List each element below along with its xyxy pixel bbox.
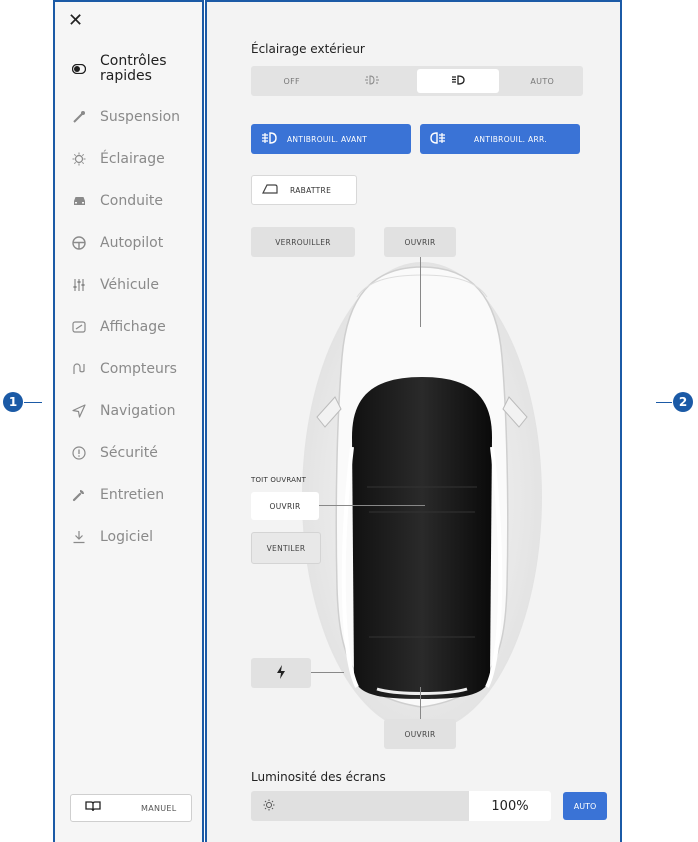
brightness-title: Luminosité des écrans bbox=[251, 770, 386, 784]
fog-front-label: ANTIBROUIL. AVANT bbox=[287, 134, 368, 144]
lock-button[interactable]: VERROUILLER bbox=[251, 227, 355, 257]
sidebar-item-conduite[interactable]: Conduite bbox=[55, 180, 202, 222]
quick-controls-panel: Éclairage extérieur OFF AUTO ANTIBROUIL.… bbox=[205, 0, 622, 842]
sidebar-item-label: Éclairage bbox=[100, 151, 165, 167]
suspension-icon bbox=[70, 108, 88, 126]
gauge-icon bbox=[70, 360, 88, 378]
sidebar-item-label: Sécurité bbox=[100, 445, 158, 461]
sidebar-item-suspension[interactable]: Suspension bbox=[55, 96, 202, 138]
lighting-parking-option[interactable] bbox=[333, 66, 415, 96]
mirror-icon bbox=[262, 184, 278, 196]
display-icon bbox=[70, 318, 88, 336]
sidebar-item-entretien[interactable]: Entretien bbox=[55, 474, 202, 516]
exterior-lighting-title: Éclairage extérieur bbox=[251, 42, 365, 56]
sidebar-item-compteurs[interactable]: Compteurs bbox=[55, 348, 202, 390]
sidebar-item-label: Entretien bbox=[100, 487, 165, 503]
fold-mirrors-button[interactable]: RABATTRE bbox=[251, 175, 357, 205]
sidebar-item-label: Logiciel bbox=[100, 529, 153, 545]
sidebar-item-vehicule[interactable]: Véhicule bbox=[55, 264, 202, 306]
sunroof-leader-line bbox=[317, 505, 425, 506]
sidebar-item-label: Conduite bbox=[100, 193, 163, 209]
brightness-auto-button[interactable]: AUTO bbox=[563, 792, 607, 820]
lighting-low-beam-option[interactable] bbox=[417, 69, 499, 93]
manual-label: MANUEL bbox=[141, 803, 177, 813]
low-beam-icon bbox=[451, 74, 465, 88]
fog-rear-button[interactable]: ANTIBROUIL. ARR. bbox=[420, 124, 580, 154]
sidebar-item-label: Suspension bbox=[100, 109, 181, 125]
fog-front-button[interactable]: ANTIBROUIL. AVANT bbox=[251, 124, 411, 154]
navigation-icon bbox=[70, 402, 88, 420]
settings-sidebar: ✕ Contrôles rapides Suspension Éclairage… bbox=[53, 0, 204, 842]
light-bulb-icon bbox=[70, 150, 88, 168]
lighting-auto-option[interactable]: AUTO bbox=[502, 66, 584, 96]
sidebar-item-label: Navigation bbox=[100, 403, 176, 419]
sidebar-item-securite[interactable]: Sécurité bbox=[55, 432, 202, 474]
wrench-icon bbox=[70, 486, 88, 504]
sunroof-vent-button[interactable]: VENTILER bbox=[251, 532, 321, 564]
trunk-leader-line bbox=[420, 687, 421, 719]
sidebar-item-label: Affichage bbox=[100, 319, 166, 335]
sidebar-item-logiciel[interactable]: Logiciel bbox=[55, 516, 202, 558]
download-icon bbox=[70, 528, 88, 546]
sidebar-item-label: Autopilot bbox=[100, 235, 164, 251]
charge-port-button[interactable] bbox=[251, 658, 311, 688]
sidebar-item-label: Véhicule bbox=[100, 277, 159, 293]
settings-menu: Contrôles rapides Suspension Éclairage C… bbox=[55, 46, 202, 558]
car-icon bbox=[70, 192, 88, 210]
front-fog-light-icon bbox=[261, 131, 277, 147]
alert-icon bbox=[70, 444, 88, 462]
sunroof-title: TOIT OUVRANT bbox=[251, 476, 307, 484]
sliders-icon bbox=[70, 276, 88, 294]
frunk-open-button[interactable]: OUVRIR bbox=[384, 227, 456, 257]
frunk-leader-line bbox=[420, 257, 421, 327]
charge-port-leader-line bbox=[310, 672, 344, 673]
brightness-sun-icon bbox=[263, 799, 275, 814]
fog-rear-label: ANTIBROUIL. ARR. bbox=[474, 134, 547, 144]
parking-lights-icon bbox=[364, 75, 382, 87]
brightness-value: 100% bbox=[469, 791, 551, 821]
exterior-lighting-selector: OFF AUTO bbox=[251, 66, 583, 96]
sidebar-item-label: Compteurs bbox=[100, 361, 177, 377]
sidebar-item-label: Contrôles rapides bbox=[100, 53, 167, 84]
sidebar-item-controles-rapides[interactable]: Contrôles rapides bbox=[55, 46, 202, 92]
sunroof-open-button[interactable]: OUVRIR bbox=[251, 492, 319, 520]
lighting-off-option[interactable]: OFF bbox=[251, 66, 333, 96]
sidebar-item-navigation[interactable]: Navigation bbox=[55, 390, 202, 432]
rear-fog-light-icon bbox=[430, 131, 446, 147]
book-icon bbox=[85, 800, 101, 816]
lightning-icon bbox=[276, 665, 286, 681]
manual-button[interactable]: MANUEL bbox=[70, 794, 192, 822]
sidebar-item-eclairage[interactable]: Éclairage bbox=[55, 138, 202, 180]
car-top-view-illustration bbox=[302, 262, 542, 727]
callout-2: 2 bbox=[673, 392, 693, 412]
toggle-icon bbox=[70, 60, 88, 78]
callout-2-line bbox=[656, 402, 672, 403]
trunk-open-button[interactable]: OUVRIR bbox=[384, 719, 456, 749]
callout-1: 1 bbox=[3, 392, 23, 412]
sidebar-item-affichage[interactable]: Affichage bbox=[55, 306, 202, 348]
close-icon[interactable]: ✕ bbox=[68, 12, 83, 30]
fold-mirrors-label: RABATTRE bbox=[290, 185, 332, 195]
sidebar-item-autopilot[interactable]: Autopilot bbox=[55, 222, 202, 264]
steering-wheel-icon bbox=[70, 234, 88, 252]
callout-1-line bbox=[24, 402, 42, 403]
